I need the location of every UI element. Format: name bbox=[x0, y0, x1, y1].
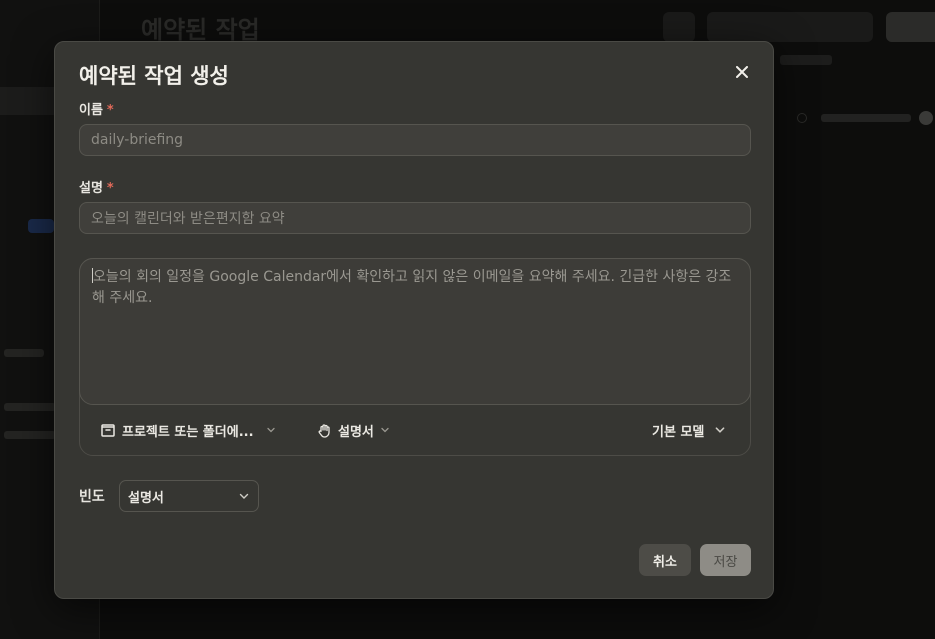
background-text bbox=[4, 349, 44, 357]
prompt-placeholder: 오늘의 회의 일정을 Google Calendar에서 확인하고 읽지 않은 … bbox=[92, 269, 732, 306]
name-label: 이름 * bbox=[79, 99, 114, 118]
instructions-selector[interactable]: 설명서 bbox=[317, 419, 390, 441]
name-input[interactable]: daily-briefing bbox=[79, 124, 751, 156]
frequency-label: 빈도 bbox=[79, 489, 105, 505]
background-subtitle bbox=[780, 55, 832, 65]
background-page-title: 예약된 작업 bbox=[141, 16, 260, 44]
frequency-select[interactable]: 설명서 bbox=[119, 480, 259, 512]
name-label-text: 이름 bbox=[79, 103, 103, 118]
background-toggle-row bbox=[797, 111, 935, 125]
create-scheduled-task-dialog: 예약된 작업 생성 이름 * daily-briefing 설명 * 오늘의 캘린더… bbox=[54, 41, 774, 599]
frequency-selected-value: 설명서 bbox=[128, 490, 164, 506]
background-sort-select bbox=[707, 12, 873, 42]
project-folder-selector-label: 프로젝트 또는 폴더에... bbox=[122, 424, 254, 440]
folder-icon bbox=[101, 424, 115, 437]
required-mark: * bbox=[106, 181, 114, 196]
chevron-down-icon bbox=[239, 493, 249, 499]
model-selector-label: 기본 모델 bbox=[652, 424, 705, 440]
background-text bbox=[4, 403, 56, 411]
cancel-button[interactable]: 취소 bbox=[639, 544, 691, 576]
model-selector[interactable]: 기본 모델 bbox=[652, 419, 726, 441]
prompt-toolbar: 프로젝트 또는 폴더에... 설명서 기본 모델 bbox=[80, 407, 750, 455]
required-mark: * bbox=[106, 103, 114, 118]
chevron-down-icon bbox=[381, 427, 389, 433]
description-label-text: 설명 bbox=[79, 181, 103, 196]
prompt-composer: 오늘의 회의 일정을 Google Calendar에서 확인하고 읽지 않은 … bbox=[79, 258, 751, 456]
instructions-selector-label: 설명서 bbox=[338, 424, 374, 440]
description-label: 설명 * bbox=[79, 177, 114, 196]
background-badge bbox=[28, 219, 54, 233]
chevron-down-icon bbox=[266, 427, 275, 433]
background-new-button bbox=[886, 12, 935, 42]
background-text bbox=[4, 431, 56, 439]
close-icon bbox=[736, 66, 748, 78]
close-button[interactable] bbox=[732, 62, 752, 82]
description-input-placeholder: 오늘의 캘린더와 받은편지함 요약 bbox=[91, 211, 285, 227]
background-search-button bbox=[663, 12, 695, 42]
project-folder-selector[interactable]: 프로젝트 또는 폴더에... bbox=[100, 419, 276, 441]
save-button[interactable]: 저장 bbox=[700, 544, 751, 576]
name-input-placeholder: daily-briefing bbox=[91, 132, 184, 148]
dialog-title: 예약된 작업 생성 bbox=[79, 64, 229, 88]
chevron-down-icon bbox=[715, 427, 725, 433]
hand-icon bbox=[318, 423, 330, 438]
description-input[interactable]: 오늘의 캘린더와 받은편지함 요약 bbox=[79, 202, 751, 234]
prompt-textarea[interactable]: 오늘의 회의 일정을 Google Calendar에서 확인하고 읽지 않은 … bbox=[79, 258, 751, 405]
